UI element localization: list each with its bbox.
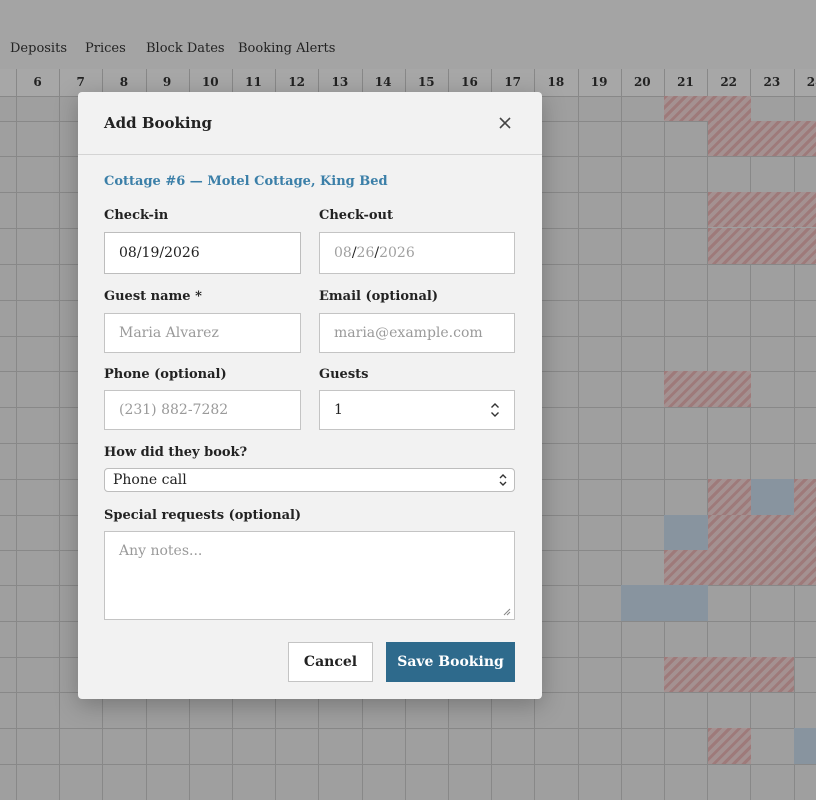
dialog-title: Add Booking xyxy=(104,114,213,132)
checkin-date-input[interactable]: 08/19/2026 xyxy=(104,232,301,274)
add-booking-dialog: Add Booking Cottage #6 — Motel Cottage, … xyxy=(78,92,542,699)
cancel-button[interactable]: Cancel xyxy=(288,642,373,682)
guests-value: 1 xyxy=(334,402,343,418)
checkout-date-input[interactable]: 08/26/2026 xyxy=(319,232,515,274)
booking-source-value: Phone call xyxy=(113,472,187,488)
checkin-label: Check-in xyxy=(104,208,169,223)
guests-stepper[interactable]: 1 xyxy=(319,390,515,430)
special-requests-label: Special requests (optional) xyxy=(104,508,302,523)
booking-source-label: How did they book? xyxy=(104,445,248,460)
checkout-label: Check-out xyxy=(319,208,393,223)
guests-label: Guests xyxy=(319,367,369,382)
special-requests-placeholder: Any notes... xyxy=(119,543,203,559)
save-booking-button[interactable]: Save Booking xyxy=(386,642,515,682)
checkout-month: 08 xyxy=(334,245,352,261)
dialog-header: Add Booking xyxy=(78,92,542,155)
property-name: Cottage #6 — Motel Cottage, King Bed xyxy=(104,174,388,189)
phone-input[interactable]: (231) 882-7282 xyxy=(104,390,301,430)
special-requests-textarea[interactable]: Any notes... xyxy=(104,531,515,620)
guest-name-input[interactable]: Maria Alvarez xyxy=(104,313,301,353)
stepper-arrows-icon[interactable] xyxy=(490,401,500,419)
checkout-day: 26 xyxy=(356,245,375,261)
resize-grip-icon[interactable] xyxy=(501,606,511,616)
select-chevron-icon xyxy=(499,474,507,486)
email-input[interactable]: maria@example.com xyxy=(319,313,515,353)
guest-name-label: Guest name * xyxy=(104,289,202,304)
close-icon[interactable] xyxy=(494,112,516,134)
checkout-year: 2026 xyxy=(379,245,415,261)
phone-label: Phone (optional) xyxy=(104,367,227,382)
email-label: Email (optional) xyxy=(319,289,438,304)
booking-source-select[interactable]: Phone call xyxy=(104,468,515,492)
